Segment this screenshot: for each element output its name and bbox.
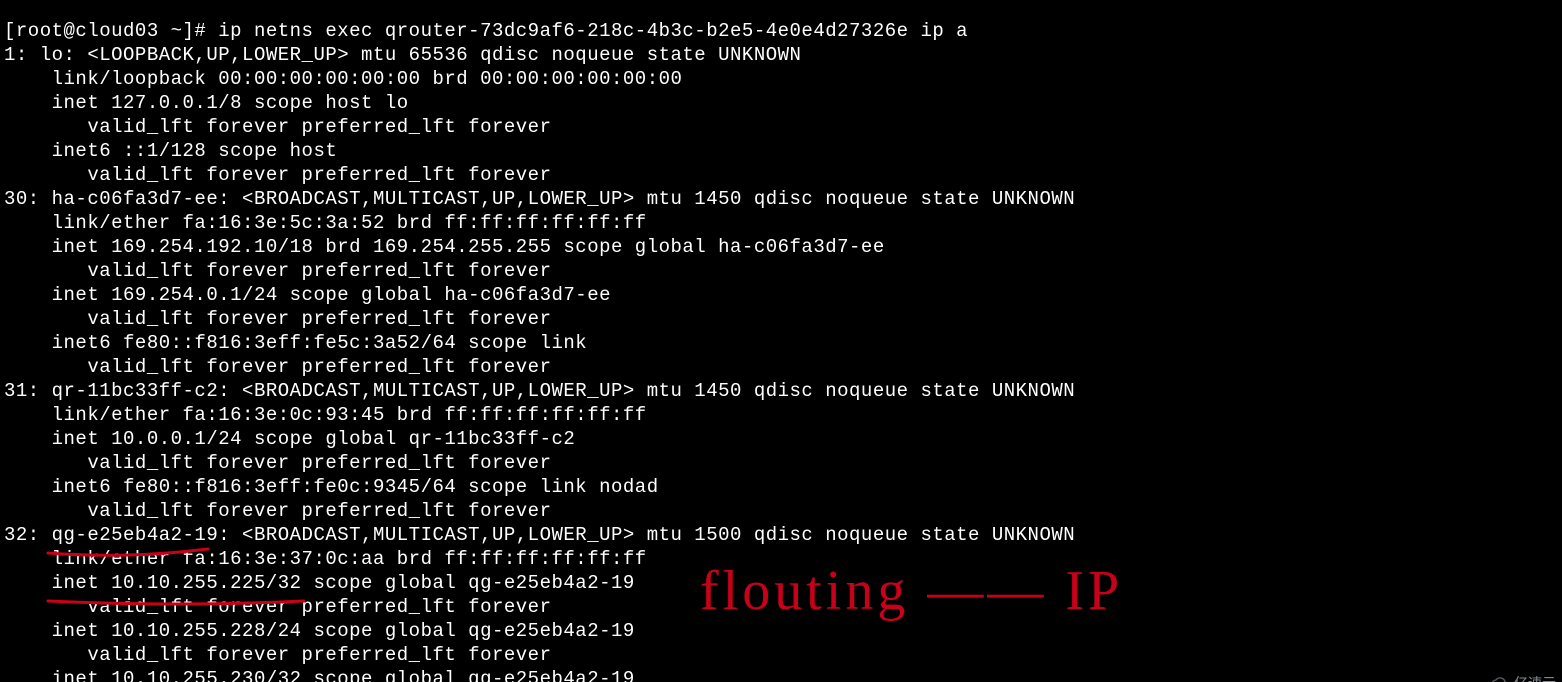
watermark: 亿速云 bbox=[1490, 671, 1556, 682]
cloud-icon bbox=[1490, 676, 1510, 682]
handwritten-note: flouting —— IP bbox=[700, 579, 1123, 603]
